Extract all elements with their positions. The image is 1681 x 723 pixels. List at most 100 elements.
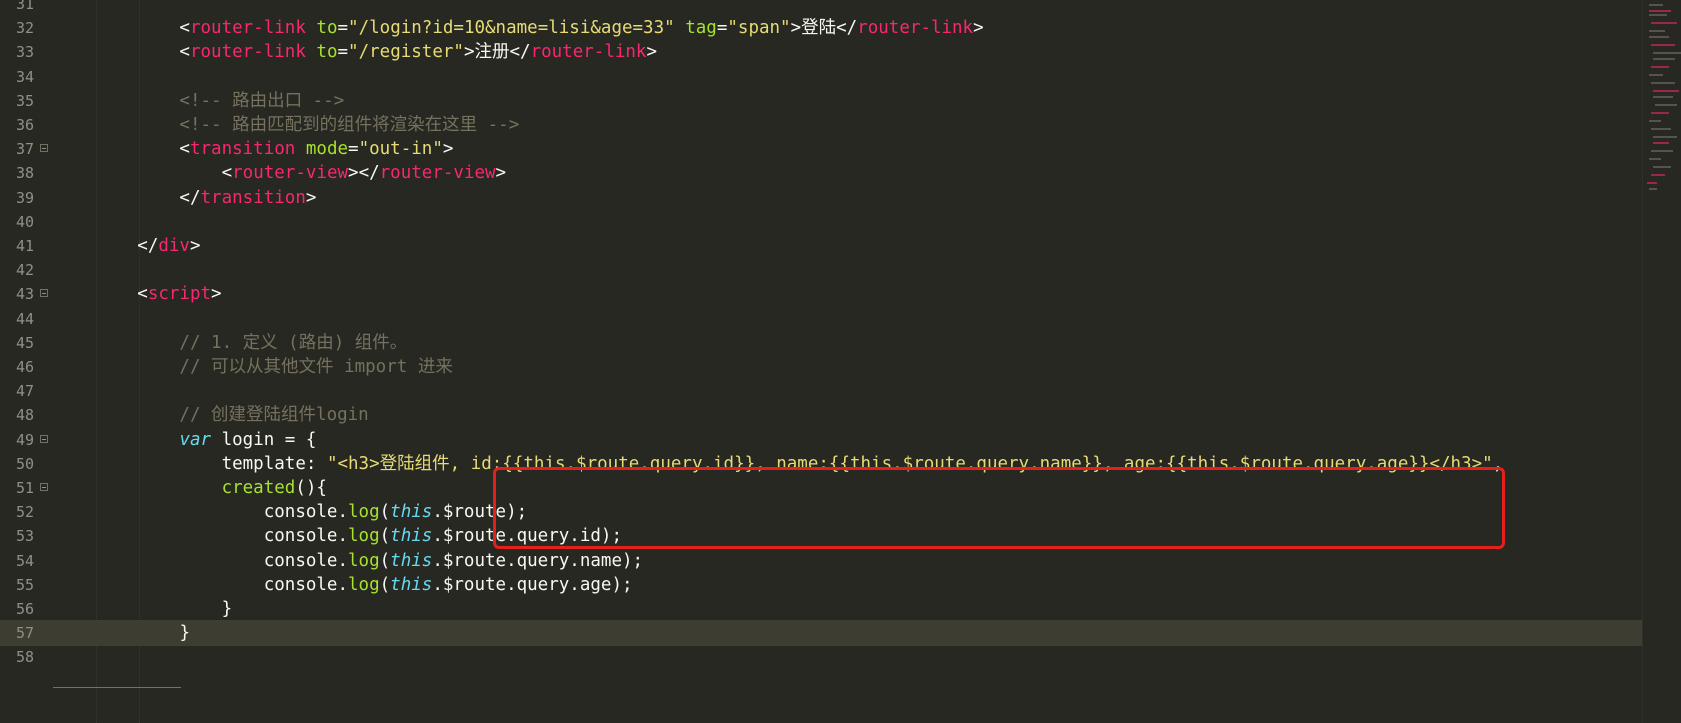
line-number: 37 — [15, 140, 34, 159]
indent-marker — [53, 687, 181, 688]
fold-toggle-icon[interactable] — [40, 434, 48, 443]
code-line[interactable]: 43 <script> — [0, 281, 1642, 307]
code-token: "/login?id=10&name=lisi&age=33" — [348, 18, 675, 39]
minimap-line — [1653, 166, 1671, 168]
code-token: < — [53, 163, 233, 184]
minimap-line — [1651, 112, 1669, 114]
fold-toggle-icon[interactable] — [40, 289, 48, 298]
minimap-line — [1653, 96, 1673, 98]
code-token: var — [179, 429, 212, 450]
code-text: <!-- 路由出口 --> — [53, 88, 344, 114]
code-token: mode — [305, 139, 349, 160]
code-line[interactable]: 39 </transition> — [0, 185, 1642, 211]
minimap-line — [1653, 58, 1675, 60]
minimap-line — [1649, 36, 1669, 38]
code-line[interactable]: 58 — [0, 644, 1642, 670]
code-token: router-link — [857, 18, 974, 39]
code-token: > — [189, 236, 201, 256]
code-line[interactable]: 38 <router-view></router-view> — [0, 160, 1642, 186]
code-token: router-view — [379, 163, 496, 184]
minimap-line — [1649, 188, 1657, 190]
code-line[interactable]: 46 // 可以从其他文件 import 进来 — [0, 354, 1642, 380]
code-line[interactable]: 41 </div> — [0, 233, 1642, 259]
line-number: 47 — [15, 382, 34, 401]
code-token: ( — [379, 550, 391, 571]
code-token: transition — [189, 139, 296, 160]
code-text: </div> — [53, 233, 201, 259]
code-line[interactable]: 55 console.log(this.$route.query.age); — [0, 572, 1642, 598]
code-text: // 可以从其他文件 import 进来 — [53, 354, 453, 380]
minimap-line — [1649, 74, 1663, 76]
code-line[interactable]: 48 // 创建登陆组件login — [0, 402, 1642, 428]
code-text: <router-view></router-view> — [53, 160, 507, 186]
line-number: 46 — [15, 358, 34, 376]
code-token: > — [973, 18, 984, 39]
code-line[interactable]: 45 // 1. 定义 (路由) 组件。 — [0, 330, 1642, 356]
code-line[interactable]: 36 <!-- 路由匹配到的组件将渲染在这里 --> — [0, 112, 1642, 138]
code-line[interactable]: 32 <router-link to="/login?id=10&name=li… — [0, 15, 1642, 41]
line-number: 33 — [15, 43, 34, 62]
minimap-line — [1651, 82, 1675, 84]
code-token: div — [158, 236, 190, 256]
line-number: 34 — [15, 67, 34, 86]
code-line[interactable]: 49 var login = { — [0, 427, 1642, 453]
code-text: console.log(this.$route.query.age); — [53, 572, 633, 598]
minimap-line — [1647, 182, 1657, 184]
code-token: ( — [379, 526, 391, 547]
code-text: <script> — [53, 281, 221, 307]
code-token: = — [716, 18, 728, 39]
code-token: } — [179, 623, 190, 644]
code-line[interactable]: 34 — [0, 64, 1642, 90]
line-number: 42 — [15, 261, 34, 280]
code-line[interactable]: 47 — [0, 378, 1642, 404]
code-line[interactable]: 40 — [0, 209, 1642, 235]
code-token: log — [348, 550, 380, 571]
code-token: router-link — [530, 42, 647, 63]
fold-toggle-icon[interactable] — [40, 483, 48, 491]
minimap-line — [1651, 128, 1671, 130]
code-line[interactable]: 37 <transition mode="out-in"> — [0, 136, 1642, 162]
line-number: 57 — [15, 624, 34, 643]
minimap-line — [1651, 22, 1677, 24]
code-line[interactable]: 56 } — [0, 596, 1642, 622]
minimap-line — [1649, 30, 1665, 32]
code-token: // 创建登陆组件login — [53, 405, 369, 426]
fold-toggle-icon[interactable] — [40, 144, 48, 153]
line-number: 52 — [15, 503, 34, 522]
red-highlight-annotation — [493, 467, 1505, 549]
code-token: // 可以从其他文件 import 进来 — [53, 357, 453, 377]
line-number: 36 — [15, 116, 34, 134]
code-token: } — [53, 599, 233, 619]
code-line[interactable]: 42 — [0, 257, 1642, 283]
code-token: transition — [200, 187, 306, 208]
code-token: // 1. 定义 (路由) 组件。 — [53, 332, 408, 353]
code-token: = — [337, 18, 349, 39]
minimap-line — [1651, 44, 1675, 46]
code-editor[interactable]: 31 32 <router-link to="/login?id=10&name=… — [0, 0, 1642, 723]
code-text: <transition mode="out-in"> — [53, 136, 453, 162]
code-line[interactable]: 35 <!-- 路由出口 --> — [0, 88, 1642, 114]
line-number: 39 — [15, 188, 34, 207]
code-token: </ — [53, 187, 201, 208]
code-token: = — [348, 139, 359, 160]
minimap[interactable] — [1642, 0, 1681, 723]
code-token: log — [348, 574, 380, 595]
code-token: script — [147, 284, 212, 305]
code-token: tag — [685, 18, 717, 39]
code-text: <router-link to="/register">注册</router-l… — [53, 39, 657, 65]
code-line[interactable]: 57 } — [0, 620, 1642, 647]
line-number: 40 — [15, 212, 34, 231]
code-token: > — [646, 42, 658, 63]
minimap-line — [1649, 4, 1663, 6]
line-number: 41 — [15, 237, 34, 255]
code-line[interactable]: 44 — [0, 306, 1642, 332]
code-line[interactable]: 33 <router-link to="/register">注册</route… — [0, 39, 1642, 65]
line-number: 55 — [15, 575, 34, 594]
code-token: = — [337, 42, 349, 63]
code-token: (){ — [295, 478, 327, 498]
code-token: to — [316, 18, 338, 39]
code-line[interactable]: 54 console.log(this.$route.query.name); — [0, 548, 1642, 574]
code-token: < — [53, 284, 148, 305]
